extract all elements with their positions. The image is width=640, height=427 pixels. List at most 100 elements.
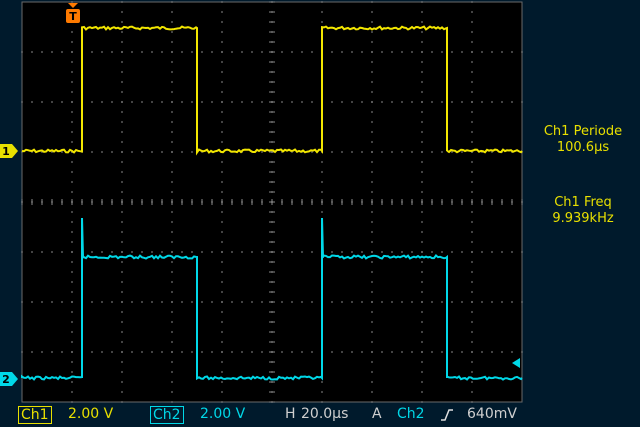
- grid-dot: [371, 361, 373, 363]
- grid-dot: [221, 81, 223, 83]
- grid-dot: [181, 251, 183, 253]
- grid-dot: [121, 31, 123, 33]
- grid-dot: [71, 361, 73, 363]
- grid-dot: [461, 151, 463, 153]
- grid-dot: [171, 91, 173, 93]
- grid-dot: [221, 231, 223, 233]
- grid-dot: [221, 391, 223, 393]
- ch1-ground-marker[interactable]: 1: [0, 144, 18, 158]
- grid-dot: [371, 391, 373, 393]
- ch1-marker-label: 1: [2, 145, 10, 158]
- ch2-label[interactable]: Ch2: [150, 406, 184, 424]
- grid-dot: [461, 251, 463, 253]
- grid-dot: [341, 151, 343, 153]
- grid-dot: [211, 101, 213, 103]
- grid-dot: [71, 271, 73, 273]
- grid-dot: [71, 111, 73, 113]
- grid-dot: [71, 1, 73, 3]
- grid-dot: [211, 301, 213, 303]
- ch1-label[interactable]: Ch1: [18, 406, 52, 424]
- grid-dot: [471, 321, 473, 323]
- status-bar: Ch1 2.00 V Ch2 2.00 V H 20.0µs A Ch2 640…: [0, 403, 640, 427]
- grid-dot: [281, 251, 283, 253]
- grid-dot: [211, 351, 213, 353]
- grid-dot: [171, 271, 173, 273]
- grid-dot: [401, 351, 403, 353]
- grid-dot: [41, 301, 43, 303]
- grid-dot: [141, 51, 143, 53]
- grid-dot: [371, 171, 373, 173]
- ch1-scale[interactable]: 2.00 V: [68, 406, 113, 422]
- grid-dot: [241, 51, 243, 53]
- timebase-value[interactable]: 20.0µs: [301, 406, 348, 422]
- ch2-ground-marker[interactable]: 2: [0, 372, 18, 386]
- grid-dot: [351, 101, 353, 103]
- grid-dot: [171, 121, 173, 123]
- grid-dot: [71, 31, 73, 33]
- grid-dot: [171, 181, 173, 183]
- grid-dot: [51, 51, 53, 53]
- grid-dot: [491, 301, 493, 303]
- grid-dot: [121, 171, 123, 173]
- grid-dot: [411, 151, 413, 153]
- grid-dot: [371, 211, 373, 213]
- grid-dot: [391, 101, 393, 103]
- grid-dot: [321, 161, 323, 163]
- grid-dot: [121, 151, 123, 153]
- grid-dot: [221, 281, 223, 283]
- grid-dot: [201, 101, 203, 103]
- grid-dot: [481, 101, 483, 103]
- grid-dot: [121, 381, 123, 383]
- ch2-scale[interactable]: 2.00 V: [200, 406, 245, 422]
- grid-dot: [471, 171, 473, 173]
- grid-dot: [221, 271, 223, 273]
- grid-dot: [151, 51, 153, 53]
- grid-dot: [311, 301, 313, 303]
- grid-dot: [501, 301, 503, 303]
- grid-dot: [391, 301, 393, 303]
- grid-dot: [311, 351, 313, 353]
- grid-dot: [371, 331, 373, 333]
- grid-dot: [291, 51, 293, 53]
- grid-dot: [371, 271, 373, 273]
- grid-dot: [421, 371, 423, 373]
- grid-dot: [441, 251, 443, 253]
- grid-dot: [461, 301, 463, 303]
- grid-dot: [471, 241, 473, 243]
- grid-dot: [221, 21, 223, 23]
- grid-dot: [371, 41, 373, 43]
- grid-dot: [121, 111, 123, 113]
- grid-dot: [221, 1, 223, 3]
- grid-dot: [331, 351, 333, 353]
- grid-dot: [471, 221, 473, 223]
- acquisition-label: A: [372, 406, 382, 422]
- grid-dot: [71, 181, 73, 183]
- grid-dot: [421, 21, 423, 23]
- grid-dot: [421, 381, 423, 383]
- trigger-level[interactable]: 640mV: [467, 406, 517, 422]
- grid-dot: [361, 351, 363, 353]
- grid-dot: [491, 101, 493, 103]
- grid-dot: [131, 151, 133, 153]
- grid-dot: [421, 141, 423, 143]
- grid-dot: [371, 321, 373, 323]
- trigger-source[interactable]: Ch2: [397, 406, 425, 422]
- grid-dot: [121, 251, 123, 253]
- grid-dot: [141, 251, 143, 253]
- grid-dot: [361, 151, 363, 153]
- grid-dot: [231, 301, 233, 303]
- grid-dot: [401, 51, 403, 53]
- grid-dot: [121, 141, 123, 143]
- grid-dot: [121, 331, 123, 333]
- grid-dot: [221, 41, 223, 43]
- grid-dot: [141, 151, 143, 153]
- grid-dot: [181, 51, 183, 53]
- grid-dot: [371, 261, 373, 263]
- grid-dot: [51, 351, 53, 353]
- grid-dot: [301, 301, 303, 303]
- grid-dot: [371, 251, 373, 253]
- grid-dot: [471, 41, 473, 43]
- grid-dot: [311, 251, 313, 253]
- grid-dot: [491, 251, 493, 253]
- grid-dot: [251, 101, 253, 103]
